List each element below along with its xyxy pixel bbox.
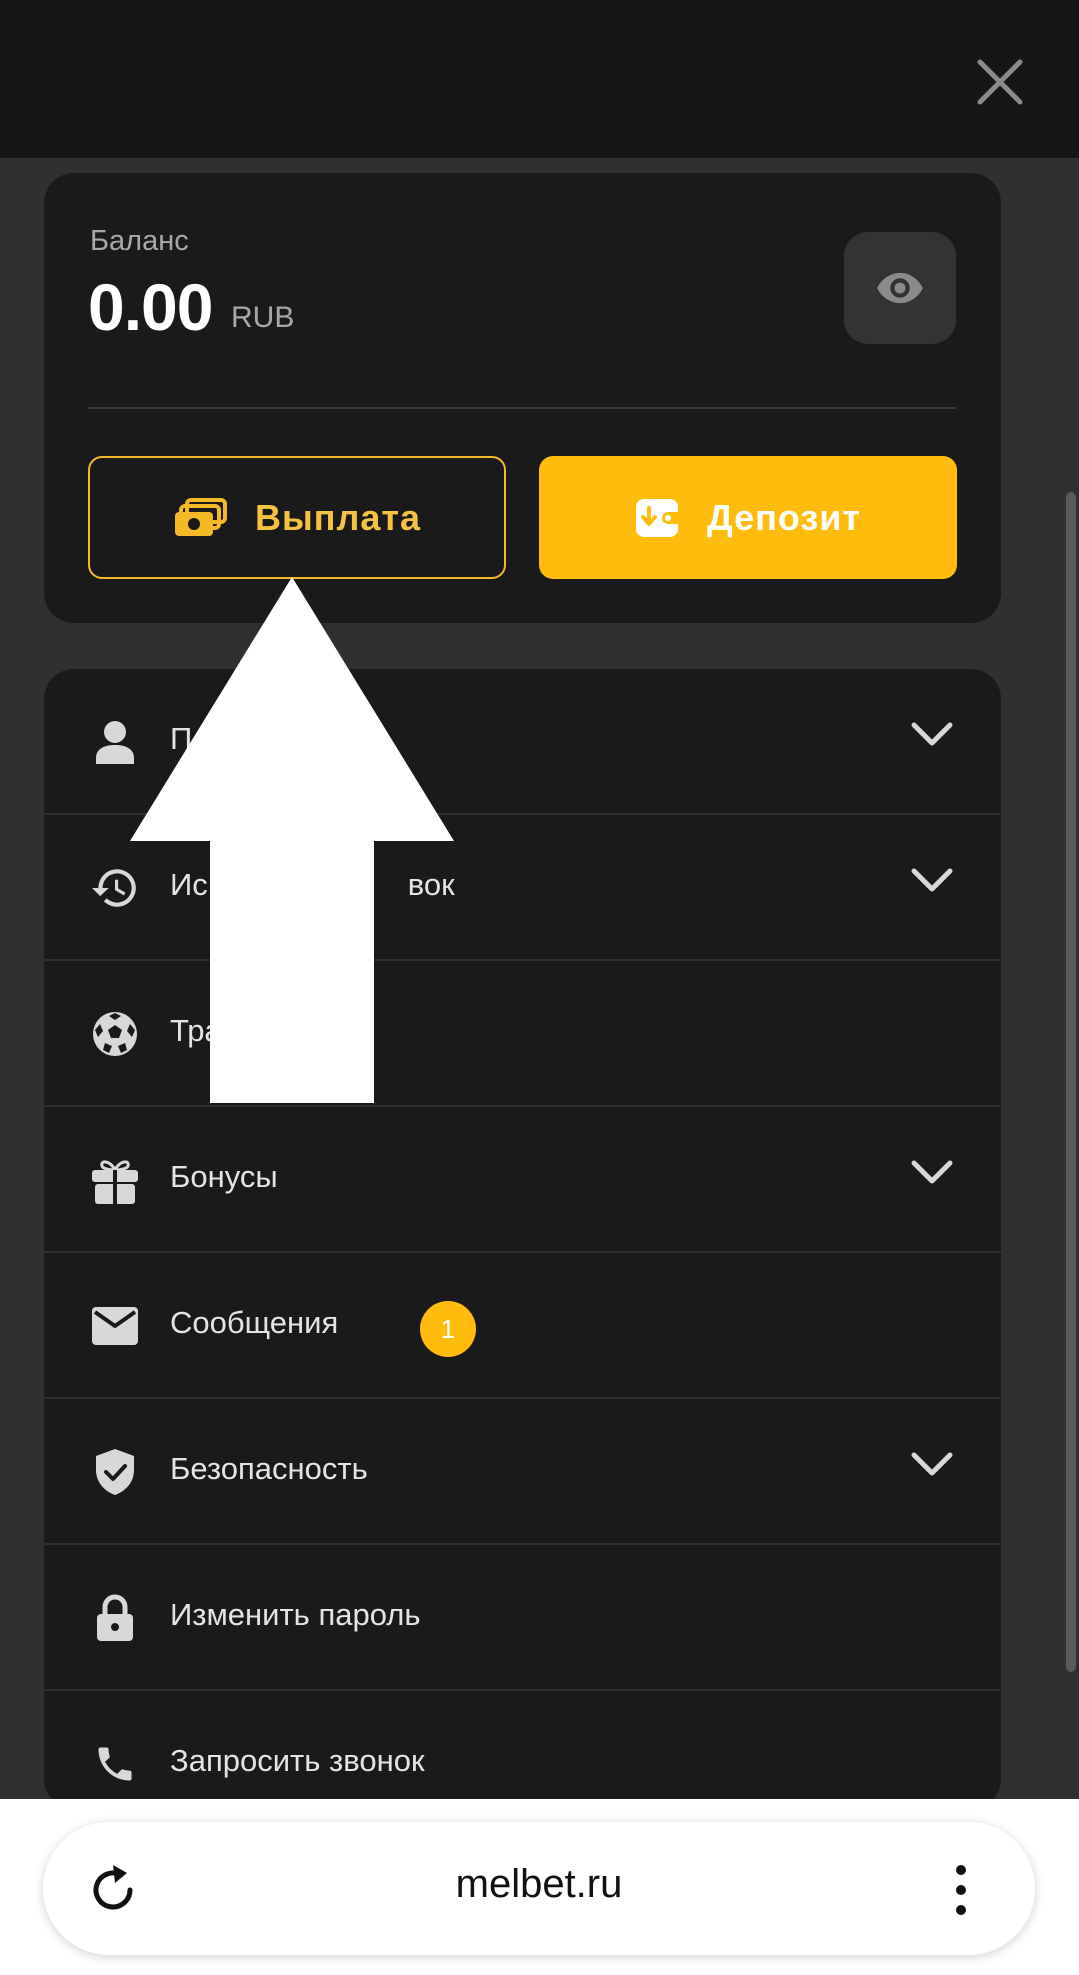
menu-item-request-call[interactable]: Запросить звонок [44, 1691, 1001, 1809]
eye-icon [877, 272, 923, 304]
wallet-icon [635, 498, 679, 538]
withdraw-button[interactable]: Выплата [88, 456, 506, 579]
menu-item-label: Бонусы [170, 1159, 278, 1194]
mail-icon [90, 1301, 140, 1351]
menu-item-messages[interactable]: Сообщения 1 [44, 1253, 1001, 1399]
cash-icon [173, 497, 227, 538]
balance-label: Баланс [90, 225, 189, 257]
deposit-label: Депозит [706, 496, 862, 538]
deposit-button[interactable]: Депозит [539, 456, 957, 579]
menu-item-label: Сообщения [170, 1305, 339, 1340]
more-vertical-icon[interactable] [951, 1860, 971, 1920]
menu-item-change-password[interactable]: Изменить пароль [44, 1545, 1001, 1691]
browser-bar: melbet.ru [0, 1799, 1079, 1975]
chevron-down-icon [911, 868, 953, 892]
shield-check-icon [90, 1447, 140, 1497]
menu-item-label: Безопасность [170, 1451, 368, 1486]
annotation-arrow [130, 577, 454, 1103]
address-bar[interactable]: melbet.ru [43, 1822, 1035, 1955]
menu-item-label: Изменить пароль [170, 1597, 421, 1632]
withdraw-label: Выплата [254, 496, 422, 538]
menu-item-label: Запросить звонок [170, 1743, 425, 1778]
balance-card: Баланс 0.00 RUB Выплата Депозит [44, 173, 1001, 623]
menu-item-bonuses[interactable]: Бонусы [44, 1107, 1001, 1253]
top-bar [0, 0, 1079, 158]
menu-item-security[interactable]: Безопасность [44, 1399, 1001, 1545]
close-icon[interactable] [972, 54, 1028, 110]
balance-amount: 0.00 [88, 270, 213, 344]
balance-currency: RUB [231, 301, 295, 334]
divider [88, 407, 956, 409]
gift-icon [90, 1155, 140, 1205]
chevron-down-icon [911, 722, 953, 746]
chevron-down-icon [911, 1452, 953, 1476]
phone-icon [90, 1739, 140, 1789]
unread-count-badge: 1 [420, 1301, 476, 1357]
chevron-down-icon [911, 1160, 953, 1184]
scrollbar[interactable] [1066, 492, 1076, 1672]
lock-icon [90, 1593, 140, 1643]
toggle-balance-visibility-button[interactable] [844, 232, 956, 344]
url-text: melbet.ru [455, 1862, 623, 1906]
